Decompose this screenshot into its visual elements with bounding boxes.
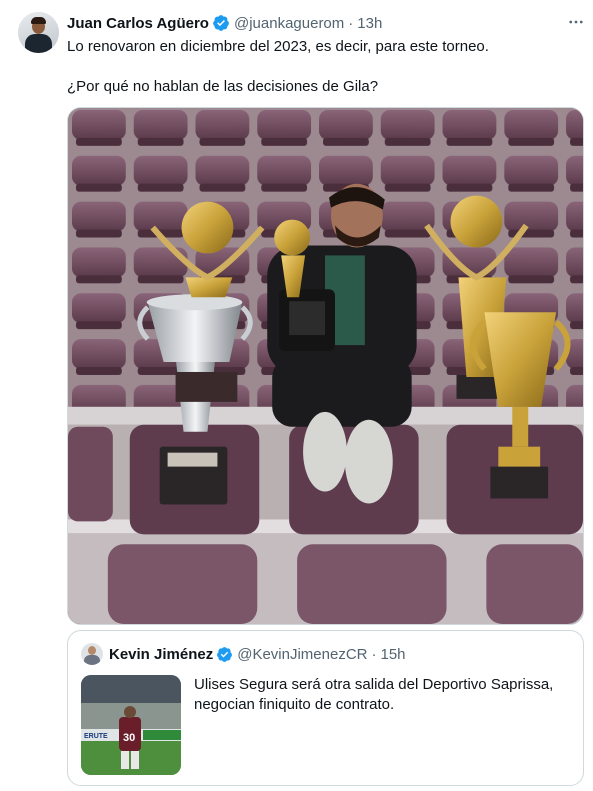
author-handle[interactable]: @juankaguerom	[234, 15, 344, 32]
avatar-body	[25, 34, 52, 53]
avatar-body	[84, 655, 100, 665]
quoted-tweet-header: Kevin Jiménez @KevinJimenezCR · 15h	[109, 644, 406, 664]
tweet-text-line: Lo renovaron en diciembre del 2023, es d…	[67, 38, 489, 55]
thumb-jersey-number: 30	[123, 732, 135, 744]
separator-dot: ·	[348, 14, 354, 32]
author-display-name[interactable]: Juan Carlos Agüero	[67, 15, 209, 32]
avatar-head	[88, 646, 96, 655]
tweet-photo[interactable]	[67, 107, 584, 625]
separator-dot: ·	[371, 645, 377, 663]
stadium-trophies-photo	[68, 108, 583, 624]
quoted-tweet[interactable]: Kevin Jiménez @KevinJimenezCR · 15h ERUT…	[67, 630, 584, 786]
quoted-author-handle[interactable]: @KevinJimenezCR	[237, 646, 367, 663]
verified-badge-icon	[217, 646, 233, 662]
avatar-hair	[31, 17, 46, 24]
tweet-text-line: ¿Por qué no hablan de las decisiones de …	[67, 78, 379, 95]
tweet-header: Juan Carlos Agüero @juankaguerom · 13h	[67, 13, 382, 33]
thumb-banner-text: ERUTE	[84, 733, 108, 740]
more-options-button[interactable]	[565, 12, 587, 32]
author-avatar[interactable]	[18, 12, 59, 53]
quoted-tweet-thumbnail[interactable]: ERUTE 30	[81, 675, 181, 775]
tweet-card[interactable]: Juan Carlos Agüero @juankaguerom · 13h L…	[0, 0, 593, 791]
quoted-author-avatar[interactable]	[81, 643, 103, 665]
tweet-text: Lo renovaron en diciembre del 2023, es d…	[67, 37, 577, 97]
quoted-tweet-timestamp[interactable]: 15h	[381, 646, 406, 663]
more-horizontal-icon	[569, 20, 583, 24]
quoted-author-display-name[interactable]: Kevin Jiménez	[109, 646, 213, 663]
verified-badge-icon	[213, 15, 229, 31]
quoted-tweet-text: Ulises Segura será otra salida del Depor…	[194, 676, 554, 713]
soccer-player-photo: ERUTE 30	[81, 675, 181, 775]
tweet-timestamp[interactable]: 13h	[357, 15, 382, 32]
